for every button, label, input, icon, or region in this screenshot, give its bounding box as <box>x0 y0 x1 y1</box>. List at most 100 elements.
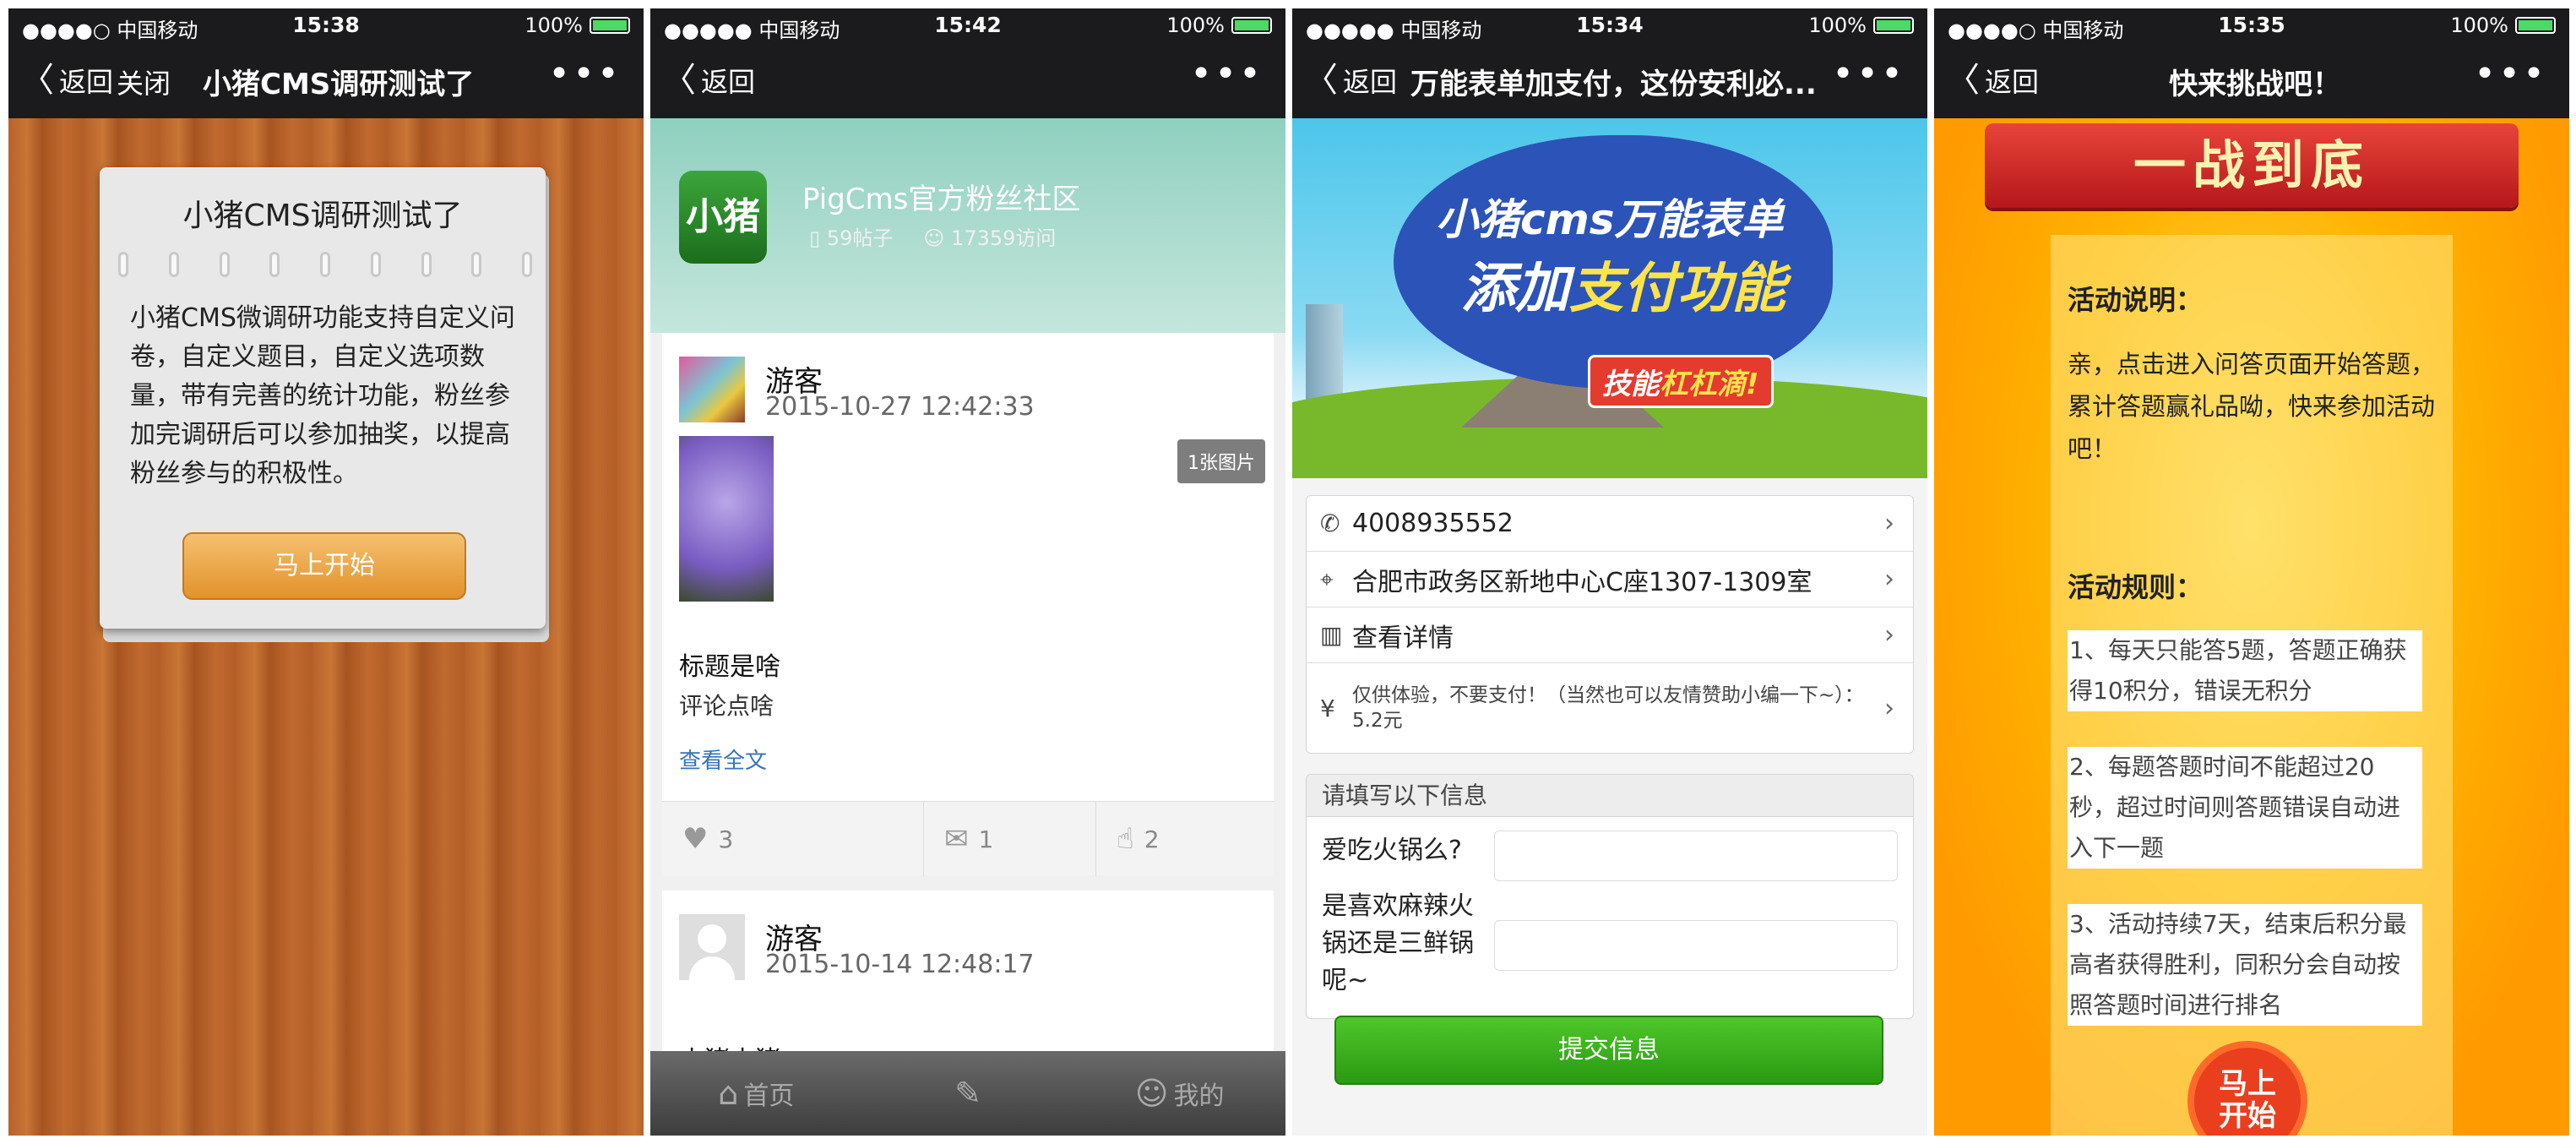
ring-icon <box>370 252 381 277</box>
community-header: 小猪 PigCms官方粉丝社区 ▯ 59帖子 ☺ 17359访问 <box>650 118 1285 333</box>
post-body: 评论点啥 <box>679 692 774 720</box>
battery-status: 100% <box>1808 14 1914 37</box>
like-button[interactable]: ♥ 3 <box>662 802 924 876</box>
question-2-label: 是喜欢麻辣火锅还是三鲜锅呢~ <box>1322 891 1474 995</box>
start-line-1: 马上 <box>2219 1067 2276 1101</box>
rule-item: 1、每天只能答5题，答题正确获得10积分，错误无积分 <box>2068 630 2422 711</box>
like-count: 3 <box>718 825 734 853</box>
chevron-right-icon: › <box>1884 693 1894 723</box>
page-title: 快来挑战吧！ <box>2169 68 2341 101</box>
ring-icon <box>269 252 280 277</box>
phone-icon: ✆ <box>1320 509 1340 537</box>
payment-note: 仅供体验，不要支付！（当然也可以友情赞助小编一下~）：5.2元 <box>1352 684 1864 732</box>
chevron-left-icon: 〈 <box>1946 61 1980 100</box>
map-icon: ⌖ <box>1320 564 1334 593</box>
banner-tag-a: 技能 <box>1602 368 1660 401</box>
battery-icon <box>590 17 630 34</box>
back-button[interactable]: 〈返回 <box>20 61 113 100</box>
question-1-input[interactable] <box>1494 831 1898 881</box>
survey-form: 请填写以下信息 爱吃火锅么? 是喜欢麻辣火锅还是三鲜锅呢~ <box>1306 774 1914 1019</box>
phone-screen-challenge: ●●●●○ 中国移动 15:35 100% 〈返回 快来挑战吧！ ••• 一战到… <box>1934 8 2569 1136</box>
post-title: 标题是啥 <box>679 652 780 682</box>
battery-status: 100% <box>524 14 630 37</box>
post-date: 2015-10-27 12:42:33 <box>765 392 1035 422</box>
survey-card: 小猪CMS调研测试了 小猪CMS微调研功能支持自定义问卷，自定义题目，自定义选项… <box>100 167 552 647</box>
survey-description: 小猪CMS微调研功能支持自定义问卷，自定义题目，自定义选项数量，带有完善的统计功… <box>130 303 515 488</box>
ring-icon <box>471 252 482 277</box>
submit-button[interactable]: 提交信息 <box>1334 1016 1883 1085</box>
address-row[interactable]: ⌖ 合肥市政务区新地中心C座1307-1309室 › <box>1307 552 1913 607</box>
status-bar: ●●●●○ 中国移动 15:35 100% <box>1934 8 2569 42</box>
document-icon: ▯ <box>809 226 827 250</box>
avatar <box>679 914 745 980</box>
details-label: 查看详情 <box>1352 623 1454 653</box>
image-count-badge: 1张图片 <box>1177 439 1265 483</box>
post-image[interactable] <box>679 436 774 602</box>
posts-count: ▯ 59帖子 <box>809 221 893 251</box>
phone-row[interactable]: ✆ 4008935552 › <box>1307 496 1913 552</box>
tab-mine[interactable]: ☺ 我的 <box>1073 1051 1285 1136</box>
post-card[interactable]: 游客 2015-10-27 12:42:33 1张图片 标题是啥 评论点啥 查看… <box>662 333 1274 876</box>
more-options-icon[interactable]: ••• <box>1190 52 1264 95</box>
comment-button[interactable]: ✉ 1 <box>924 802 1096 876</box>
details-row[interactable]: ▥ 查看详情 › <box>1307 607 1913 663</box>
back-button[interactable]: 〈返回 <box>662 61 755 100</box>
nav-bar: 〈返回 ••• <box>650 42 1285 118</box>
heart-icon: ♥ <box>682 822 709 856</box>
phone-screen-form: ●●●●● 中国移动 15:34 100% 〈返回 万能表单加支付，这份安利必.… <box>1292 8 1927 1136</box>
back-button[interactable]: 〈返回 <box>1304 61 1397 100</box>
payment-row[interactable]: ¥ 仅供体验，不要支付！（当然也可以友情赞助小编一下~）：5.2元 › <box>1307 663 1913 753</box>
close-button[interactable]: 关闭 <box>117 63 171 101</box>
promo-banner: 小猪cms万能表单 添加支付功能 技能杠杠滴! <box>1292 118 1927 478</box>
more-options-icon[interactable]: ••• <box>548 52 622 95</box>
ring-icon <box>219 252 230 277</box>
phone-screen-community: ●●●●● 中国移动 15:42 100% 〈返回 ••• 小猪 PigCms官… <box>650 8 1285 1136</box>
banner-subheadline-b: 支付功能 <box>1569 258 1785 320</box>
tab-compose[interactable]: ✎ <box>862 1051 1074 1136</box>
yen-icon: ¥ <box>1320 694 1335 722</box>
page-title: 万能表单加支付，这份安利必... <box>1410 68 1817 101</box>
comment-icon: ✉ <box>944 822 969 856</box>
user-icon: ☺ <box>923 226 952 250</box>
tab-mine-label: 我的 <box>1173 1081 1225 1111</box>
chevron-right-icon: › <box>1884 620 1894 650</box>
wood-background: 小猪CMS调研测试了 小猪CMS微调研功能支持自定义问卷，自定义题目，自定义选项… <box>8 118 644 1136</box>
battery-percent: 100% <box>1808 14 1867 37</box>
back-label: 返回 <box>1985 66 2040 98</box>
community-stats: ▯ 59帖子 ☺ 17359访问 <box>809 221 1056 251</box>
user-icon: ☺ <box>1134 1075 1169 1112</box>
more-options-icon[interactable]: ••• <box>1832 52 1905 95</box>
form-page: 小猪cms万能表单 添加支付功能 技能杠杠滴! ✆ 4008935552 › ⌖ 合肥… <box>1292 118 1927 1136</box>
nav-bar: 〈返回 关闭 小猪CMS调研测试了 ••• <box>8 42 644 118</box>
chevron-right-icon: › <box>1884 509 1894 538</box>
back-button[interactable]: 〈返回 <box>1946 61 2039 100</box>
contact-info-list: ✆ 4008935552 › ⌖ 合肥市政务区新地中心C座1307-1309室 › ▥ 查… <box>1306 495 1914 754</box>
description-text: 亲，点击进入问答页面开始答题，累计答题赢礼品呦，快来参加活动吧！ <box>2068 350 2436 463</box>
battery-percent: 100% <box>2450 14 2508 37</box>
battery-status: 100% <box>2450 14 2556 37</box>
battery-icon <box>1873 17 1914 34</box>
rules-heading: 活动规则： <box>2068 571 2204 603</box>
question-2-input[interactable] <box>1494 920 1898 971</box>
challenge-page: 一战到底 活动说明： 亲，点击进入问答页面开始答题，累计答题赢礼品呦，快来参加活… <box>1934 118 2569 1136</box>
ring-icon <box>168 252 179 277</box>
ring-icon <box>320 252 330 277</box>
community-logo: 小猪 <box>679 171 767 264</box>
tab-home[interactable]: ⌂ 首页 <box>650 1051 862 1136</box>
read-more-link[interactable]: 查看全文 <box>679 744 767 775</box>
battery-percent: 100% <box>524 14 583 37</box>
banner-headline: 小猪cms万能表单 <box>1436 195 1784 244</box>
battery-status: 100% <box>1166 14 1272 37</box>
thumbs-up-button[interactable]: ☝ 2 <box>1096 802 1274 876</box>
battery-icon <box>1231 17 1272 34</box>
start-button[interactable]: 马上开始 <box>182 532 466 600</box>
address: 合肥市政务区新地中心C座1307-1309室 <box>1352 567 1812 597</box>
thumbs-up-icon: ☝ <box>1117 822 1134 856</box>
more-options-icon[interactable]: ••• <box>2474 52 2547 95</box>
tab-home-label: 首页 <box>743 1081 795 1111</box>
bottom-tab-bar: ⌂ 首页 ✎ ☺ 我的 <box>650 1051 1285 1136</box>
battery-percent: 100% <box>1166 14 1225 37</box>
ring-icon <box>118 252 128 277</box>
card-title: 小猪CMS调研测试了 <box>182 199 463 233</box>
pencil-icon: ✎ <box>954 1075 981 1112</box>
